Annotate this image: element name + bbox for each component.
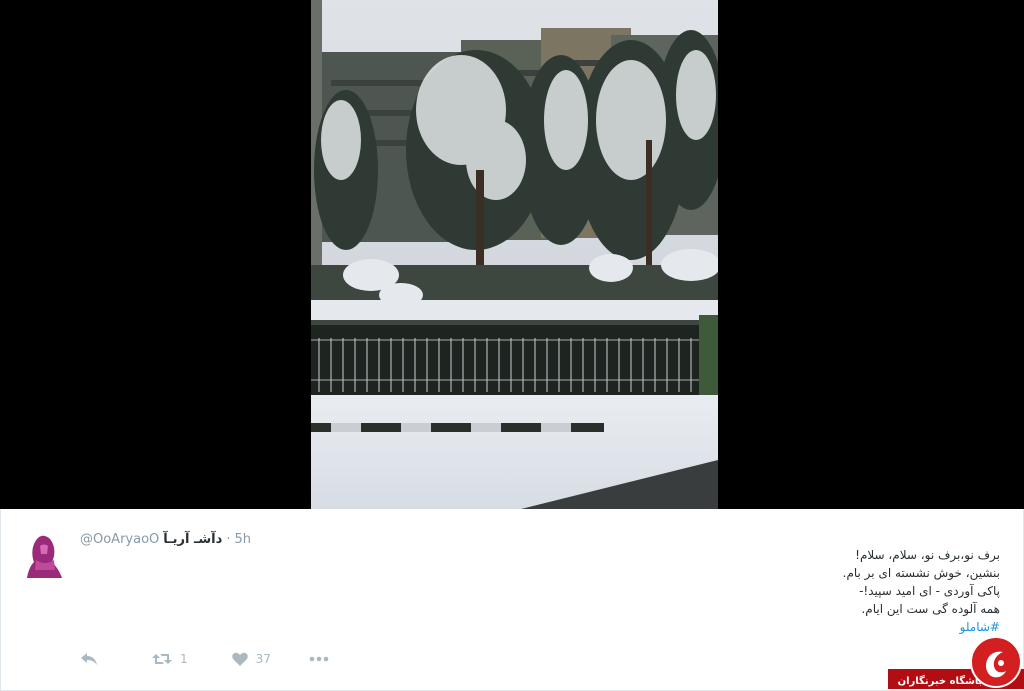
retweet-button[interactable]: 1 xyxy=(152,652,188,666)
header-separator: · xyxy=(226,531,231,547)
reply-button[interactable] xyxy=(80,652,98,666)
retweet-icon xyxy=(152,654,172,664)
snow-scene-image xyxy=(311,0,718,509)
tweet-photo[interactable] xyxy=(311,0,718,509)
tweet-header: @OoAryaoO دآشـ آریـآ · 5h xyxy=(80,529,251,549)
tweet-text: برف نو،برف نو، سلام، سلام! بنشین، خوش نش… xyxy=(620,546,1000,636)
tweet-timestamp[interactable]: 5h xyxy=(234,532,251,547)
tweet-text-line: برف نو،برف نو، سلام، سلام! xyxy=(855,548,1000,562)
hashtag-link[interactable]: #شاملو xyxy=(620,618,1000,636)
like-count: 37 xyxy=(255,652,271,666)
tweet-actions: 1 37 xyxy=(80,648,329,670)
retweet-count: 1 xyxy=(180,652,188,666)
more-button[interactable] xyxy=(309,656,329,662)
news-agency-watermark: باشگاه خبرنگاران xyxy=(888,636,1024,691)
user-display-name[interactable]: دآشـ آریـآ xyxy=(163,532,222,547)
tweet-text-line: همه آلوده گی ست این ایام. xyxy=(861,602,1000,616)
like-button[interactable]: 37 xyxy=(231,652,271,666)
user-handle[interactable]: @OoAryaoO xyxy=(80,532,159,547)
user-avatar[interactable] xyxy=(22,530,68,580)
reply-icon xyxy=(81,653,97,665)
tweet-text-line: پاکی آوردی - ای امید سپید!- xyxy=(859,584,1000,598)
logo-glyph xyxy=(986,651,1006,678)
avatar-image xyxy=(22,530,68,580)
more-dots-icon xyxy=(309,656,329,662)
heart-icon xyxy=(231,652,248,666)
watermark-logo-icon xyxy=(970,636,1022,688)
tweet-text-line: بنشین، خوش نشسته ای بر بام. xyxy=(842,566,1000,580)
